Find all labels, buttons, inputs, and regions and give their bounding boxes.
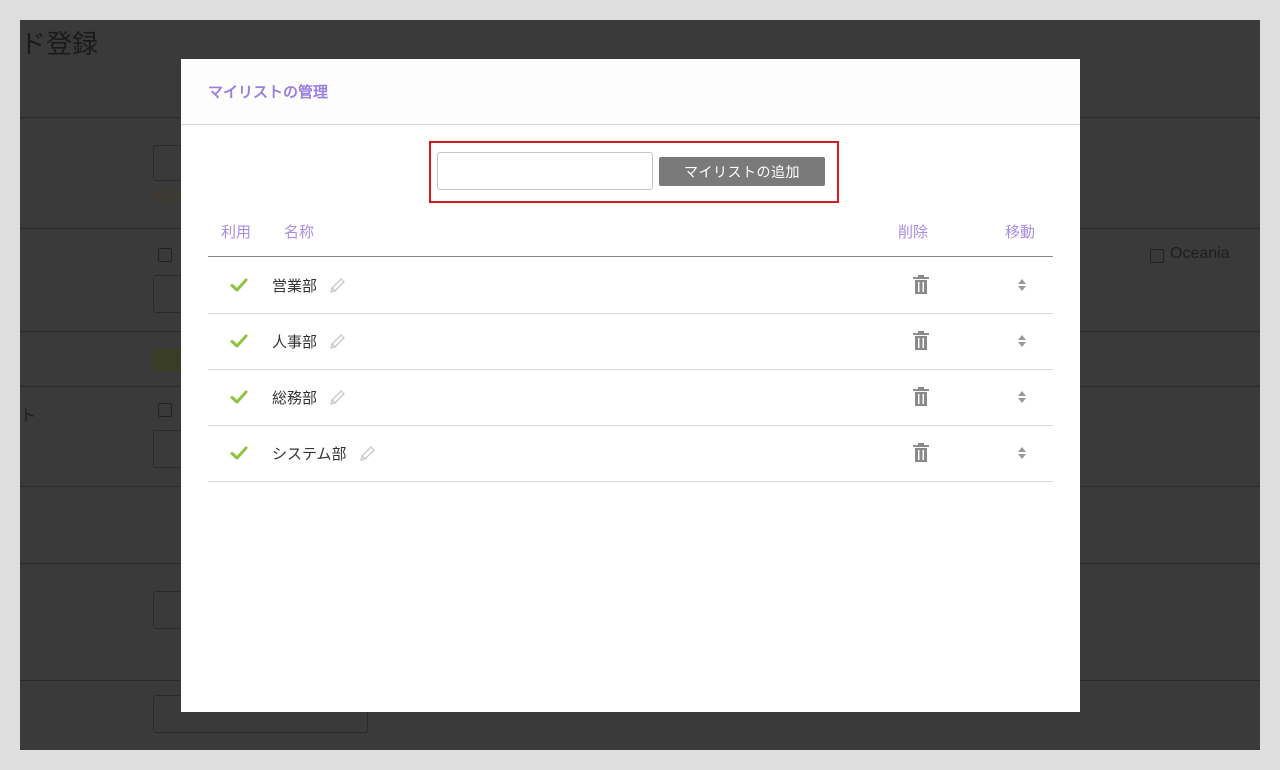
list-name-cell: システム部 [272,443,377,464]
sort-icon[interactable] [1016,334,1028,348]
trash-icon[interactable] [911,442,931,464]
background-checkbox [158,248,172,262]
modal-header: マイリストの管理 [181,59,1080,125]
background-page-title: ド登録 [20,30,99,60]
list-name-cell: 総務部 [272,387,347,408]
pencil-icon[interactable] [327,276,347,296]
check-icon[interactable] [230,332,248,350]
table-row: 人事部 [208,314,1053,370]
trash-icon[interactable] [911,330,931,352]
background-checkbox [158,403,172,417]
column-header-delete: 削除 [898,223,929,241]
table-row: 総務部 [208,370,1053,426]
background-input [153,275,183,313]
mylist-table-header: 利用 名称 削除 移動 [208,217,1053,257]
background-swatch [153,349,183,371]
pencil-icon[interactable] [357,444,377,464]
check-icon[interactable] [230,444,248,462]
sort-icon[interactable] [1016,278,1028,292]
modal-title: マイリストの管理 [208,83,329,101]
table-row: システム部 [208,426,1053,482]
list-name-cell: 営業部 [272,275,347,296]
add-mylist-button[interactable]: マイリストの追加 [659,157,825,186]
mylist-manage-modal: マイリストの管理 マイリストの追加 利用 名称 削除 移動 営業部 人事部 総務… [181,59,1080,712]
background-checkbox-label: Oceania [1170,245,1230,262]
background-input [153,591,183,629]
trash-icon[interactable] [911,386,931,408]
mylist-table: 営業部 人事部 総務部 システム部 [208,258,1053,482]
column-header-use: 利用 [221,223,252,241]
trash-icon[interactable] [911,274,931,296]
background-side-label: ト [20,408,37,425]
list-name-cell: 人事部 [272,331,347,352]
pencil-icon[interactable] [327,332,347,352]
list-name: 総務部 [272,389,318,407]
background-checkbox-oceania [1150,249,1164,263]
list-name: 営業部 [272,277,318,295]
background-select [153,145,183,181]
sort-icon[interactable] [1016,446,1028,460]
check-icon[interactable] [230,276,248,294]
background-hint [153,190,183,202]
check-icon[interactable] [230,388,248,406]
background-input [153,430,183,468]
pencil-icon[interactable] [327,388,347,408]
mylist-name-input[interactable] [437,152,653,190]
list-name: 人事部 [272,333,318,351]
column-header-move: 移動 [1005,223,1036,241]
sort-icon[interactable] [1016,390,1028,404]
table-row: 営業部 [208,258,1053,314]
list-name: システム部 [272,445,347,463]
column-header-name: 名称 [284,223,315,241]
